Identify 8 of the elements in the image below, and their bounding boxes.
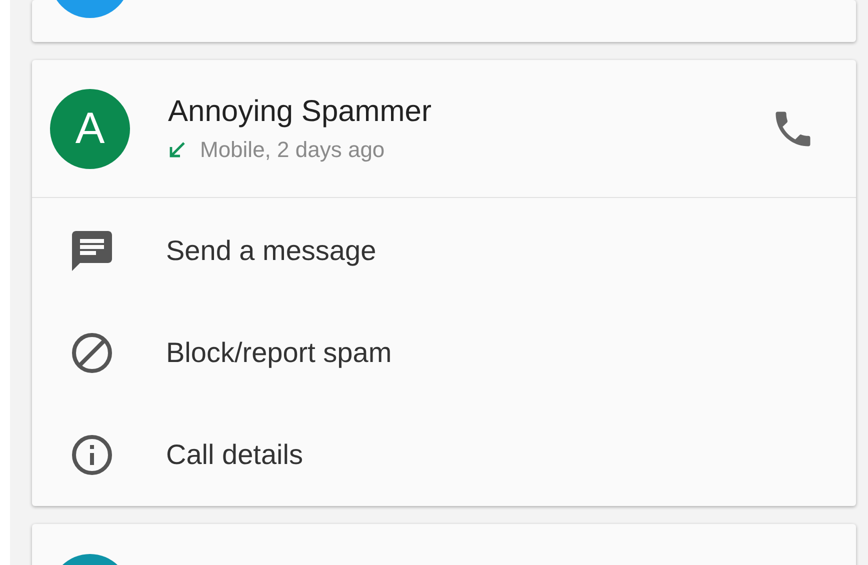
action-item[interactable]: Send a message [166, 235, 376, 267]
avatar: A [50, 88, 130, 168]
call-detail: Mobile, 2 days ago [200, 136, 385, 162]
incoming-arrow-icon [168, 140, 186, 158]
action-item[interactable]: Block/report spam [166, 337, 392, 369]
call-card[interactable] [32, 0, 856, 42]
contact-name: Annoying Spammer [168, 94, 432, 128]
action-item[interactable]: Call details [166, 439, 303, 471]
